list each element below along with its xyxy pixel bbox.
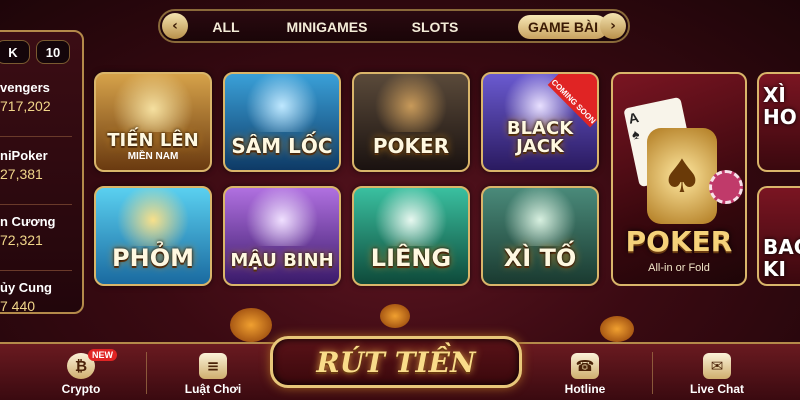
tab-minigames[interactable]: MINIGAMES xyxy=(280,17,374,37)
live-chat-label: Live Chat xyxy=(689,382,744,396)
leaderboard-amount: 27,381 xyxy=(0,166,43,182)
game-tile-lieng[interactable]: LIÊNG xyxy=(352,186,470,286)
leaderboard-name: ủy Cung xyxy=(0,280,52,295)
withdraw-button[interactable]: RÚT TIỀN xyxy=(270,336,522,388)
game-title: TIẾN LÊN xyxy=(107,130,199,151)
game-title: XÌ HO xyxy=(763,83,797,129)
coins-icon xyxy=(96,188,210,246)
game-category-nav: ‹ ALL MINIGAMES SLOTS GAME BÀI › xyxy=(158,9,630,43)
cards-icon xyxy=(225,188,339,246)
leaderboard-name: n Cương xyxy=(0,214,56,229)
game-tile-tien-len[interactable]: TIẾN LÊN MIỀN NAM xyxy=(94,72,212,172)
leaderboard-row: niPoker 27,381 xyxy=(0,148,48,182)
leaderboard-divider xyxy=(0,270,72,271)
cards-icon xyxy=(96,74,210,132)
chat-icon: ✉ xyxy=(703,353,731,379)
game-title: LIÊNG xyxy=(370,244,452,272)
game-tile-mau-binh[interactable]: MẬU BINH xyxy=(223,186,341,286)
leaderboard-divider xyxy=(0,136,72,137)
leaderboard-name: vengers xyxy=(0,80,50,95)
leaderboard-row: ủy Cung 7 440 xyxy=(0,280,52,314)
leaderboard-tab-left[interactable]: K xyxy=(0,40,30,64)
game-title: PHỎM xyxy=(112,244,194,272)
chips-icon xyxy=(354,188,468,246)
leaderboard-divider xyxy=(0,204,72,205)
game-tile-phom[interactable]: PHỎM xyxy=(94,186,212,286)
game-title: XÌ TỐ xyxy=(503,244,577,272)
chip-icon xyxy=(709,170,743,204)
tab-slots[interactable]: SLOTS xyxy=(410,17,460,37)
game-title: MẬU BINH xyxy=(230,250,334,271)
game-title: SÂM LỐC xyxy=(231,134,333,158)
featured-subtitle: All-in or Fold xyxy=(648,262,710,274)
pumpkin-icon xyxy=(230,308,272,342)
leaderboard-row: vengers 717,202 xyxy=(0,80,51,114)
game-tile-xi-to[interactable]: XÌ TỐ xyxy=(481,186,599,286)
new-badge: NEW xyxy=(88,349,117,361)
leaderboard-panel: K 10 vengers 717,202 niPoker 27,381 n Cư… xyxy=(0,30,84,314)
leaderboard-amount: 7 440 xyxy=(0,298,36,314)
featured-title: POKER xyxy=(625,225,733,258)
cards-icon xyxy=(483,188,597,246)
game-tile-poker[interactable]: POKER xyxy=(352,72,470,172)
chips-icon xyxy=(354,74,468,132)
pumpkin-icon xyxy=(600,316,634,342)
cards-icon xyxy=(225,74,339,132)
tab-all[interactable]: ALL xyxy=(206,17,246,37)
game-subtitle: MIỀN NAM xyxy=(127,151,179,162)
leaderboard-amount: 717,202 xyxy=(0,98,51,114)
nav-next-arrow-icon[interactable]: › xyxy=(600,13,626,39)
game-title: BAC KI xyxy=(763,235,800,281)
leaderboard-name: niPoker xyxy=(0,148,48,163)
crypto-label: Crypto xyxy=(61,382,101,396)
pumpkin-icon xyxy=(380,304,410,328)
rules-label: Luật Chơi xyxy=(184,382,242,396)
game-tile-partial[interactable]: XÌ HO xyxy=(757,72,800,172)
rules-book-icon: ≡ xyxy=(199,353,227,379)
game-tile-black-jack[interactable]: COMING SOON BLACK JACK xyxy=(481,72,599,172)
leaderboard-tab-right[interactable]: 10 xyxy=(36,40,70,64)
hotline-button[interactable]: ☎ Hotline xyxy=(540,353,630,396)
game-title: BLACK JACK xyxy=(506,118,574,157)
crypto-button[interactable]: ₿ NEW Crypto xyxy=(36,349,126,396)
live-chat-button[interactable]: ✉ Live Chat xyxy=(672,353,762,396)
bottom-divider xyxy=(652,352,653,394)
featured-game-poker-all-in[interactable]: A ♠ ♠ POKER All-in or Fold xyxy=(611,72,747,286)
nav-prev-arrow-icon[interactable]: ‹ xyxy=(162,13,188,39)
leaderboard-row: n Cương 72,321 xyxy=(0,214,55,248)
game-title: POKER xyxy=(372,134,450,158)
leaderboard-amount: 72,321 xyxy=(0,232,43,248)
hotline-label: Hotline xyxy=(564,382,606,396)
withdraw-label: RÚT TIỀN xyxy=(316,345,476,379)
bottom-divider xyxy=(146,352,147,394)
game-tile-partial[interactable]: BAC KI xyxy=(757,186,800,286)
game-tile-sam-loc[interactable]: SÂM LỐC xyxy=(223,72,341,172)
tab-game-bai[interactable]: GAME BÀI xyxy=(518,15,608,39)
gold-spade-icon: ♠ xyxy=(647,128,717,224)
phone-icon: ☎ xyxy=(571,353,599,379)
rules-button[interactable]: ≡ Luật Chơi xyxy=(168,353,258,396)
